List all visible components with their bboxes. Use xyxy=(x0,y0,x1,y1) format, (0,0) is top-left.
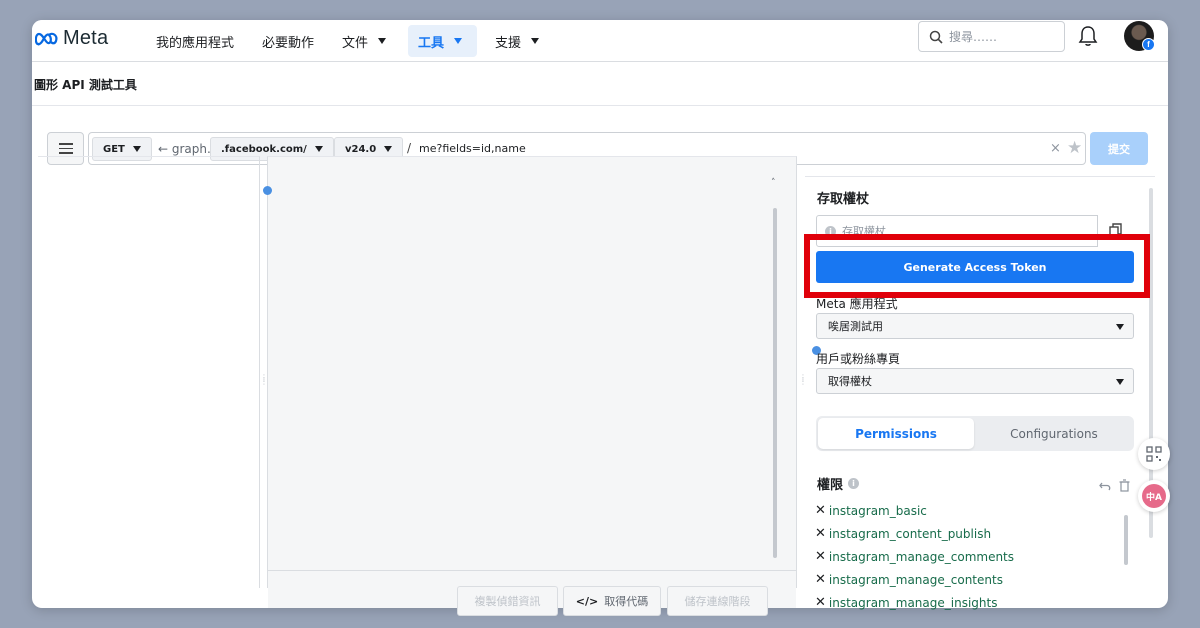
tab-permissions[interactable]: Permissions xyxy=(818,418,974,449)
permission-name: instagram_content_publish xyxy=(828,526,992,541)
resize-grip-left[interactable]: ⋮ ⋮ xyxy=(260,374,268,386)
clear-icon[interactable]: × xyxy=(1050,141,1061,156)
save-session-button[interactable]: 儲存連線階段 xyxy=(667,586,768,616)
scroll-up-icon[interactable]: ˄ xyxy=(771,178,776,188)
app-select-value: 唉居測試用 xyxy=(828,320,883,333)
nav-required-actions[interactable]: 必要動作 xyxy=(252,25,324,57)
nav-my-apps-label: 我的應用程式 xyxy=(156,35,235,51)
token-title: 存取權杖 xyxy=(817,192,870,207)
get-code-label: 取得代碼 xyxy=(604,595,649,608)
remove-icon[interactable]: ✕ xyxy=(815,503,826,518)
submit-button[interactable]: 提交 xyxy=(1090,132,1148,165)
permission-item[interactable]: ✕ instagram_manage_comments xyxy=(815,549,1014,564)
page-title: 圖形 API 測試工具 xyxy=(34,78,137,92)
nav-support-label: 支援 xyxy=(495,35,522,51)
permission-name: instagram_basic xyxy=(828,503,927,518)
nav-required-actions-label: 必要動作 xyxy=(262,35,315,51)
hamburger-icon xyxy=(58,143,73,145)
permissions-scrollbar[interactable] xyxy=(1124,515,1128,565)
meta-logo[interactable]: Meta xyxy=(35,27,108,50)
permissions-title: 權限 xyxy=(817,478,844,493)
code-icon: </> xyxy=(575,594,599,608)
chevron-down-icon xyxy=(132,146,141,152)
copy-debug-label: 複製偵錯資訊 xyxy=(474,595,541,608)
info-icon: i xyxy=(848,478,860,489)
chevron-down-icon xyxy=(454,38,463,44)
tab-configurations[interactable]: Configurations xyxy=(976,418,1132,449)
page-header: 圖形 API 測試工具 xyxy=(32,62,1168,106)
response-scrollbar[interactable] xyxy=(773,208,777,558)
search-input[interactable]: 搜尋…… xyxy=(918,21,1065,52)
chevron-down-icon xyxy=(1116,379,1124,385)
nav-docs-label: 文件 xyxy=(342,35,369,51)
remove-icon[interactable]: ✕ xyxy=(815,595,826,610)
nav-tools-label: 工具 xyxy=(418,35,445,51)
chevron-down-icon xyxy=(378,38,387,44)
chevron-down-icon xyxy=(1116,324,1124,330)
permission-name: instagram_manage_insights xyxy=(828,595,998,610)
graph-prefix: ← graph. xyxy=(158,142,211,156)
path-separator: / xyxy=(407,141,412,155)
user-page-label: 用戶或粉絲專頁 xyxy=(816,352,901,366)
permission-tabs: Permissions Configurations xyxy=(816,416,1134,451)
search-placeholder: 搜尋…… xyxy=(949,30,998,44)
nav-support[interactable]: 支援 xyxy=(485,25,549,57)
translate-widget-button[interactable]: 中A xyxy=(1138,480,1170,512)
permission-item[interactable]: ✕ instagram_basic xyxy=(815,503,927,518)
user-page-select[interactable]: 取得權杖 xyxy=(816,368,1134,394)
bell-icon[interactable] xyxy=(1078,25,1098,47)
chevron-down-icon xyxy=(531,38,540,44)
nav-tools[interactable]: 工具 xyxy=(408,25,477,57)
undo-icon[interactable] xyxy=(1099,479,1112,492)
method-value: GET xyxy=(103,143,125,155)
chevron-down-icon xyxy=(384,146,393,152)
top-nav: Meta 我的應用程式 必要動作 文件 工具 支援 搜尋…… f xyxy=(32,20,1168,62)
copy-debug-button[interactable]: 複製偵錯資訊 xyxy=(457,586,558,616)
star-icon[interactable]: ★ xyxy=(1067,138,1082,158)
logo-text: Meta xyxy=(63,27,109,49)
highlight-annotation xyxy=(804,234,1150,298)
qr-widget-button[interactable] xyxy=(1138,438,1170,470)
translate-icon: 中A xyxy=(1142,484,1166,508)
resize-handle-dot[interactable] xyxy=(263,186,272,195)
permission-item[interactable]: ✕ instagram_manage_insights xyxy=(815,595,997,610)
meta-infinity-icon xyxy=(35,32,58,45)
permission-name: instagram_manage_contents xyxy=(828,572,1003,587)
qr-icon xyxy=(1146,446,1162,462)
app-select[interactable]: 唉居測試用 xyxy=(816,313,1134,339)
app-label: Meta 應用程式 xyxy=(816,297,898,311)
path-input[interactable]: me?fields=id,name xyxy=(419,142,526,155)
response-panel xyxy=(267,156,797,588)
version-value: v24.0 xyxy=(345,143,377,155)
permission-name: instagram_manage_comments xyxy=(828,549,1015,564)
remove-icon[interactable]: ✕ xyxy=(815,572,826,587)
chevron-down-icon xyxy=(314,146,323,152)
facebook-icon: f xyxy=(1142,38,1155,51)
permission-item[interactable]: ✕ instagram_manage_contents xyxy=(815,572,1003,587)
user-page-select-value: 取得權杖 xyxy=(828,375,872,388)
get-code-button[interactable]: </> 取得代碼 xyxy=(563,586,661,616)
left-panel xyxy=(38,156,260,588)
nav-docs[interactable]: 文件 xyxy=(332,25,396,57)
remove-icon[interactable]: ✕ xyxy=(815,526,826,541)
search-icon xyxy=(929,30,943,44)
trash-icon[interactable] xyxy=(1119,479,1130,492)
save-session-label: 儲存連線階段 xyxy=(684,595,751,608)
permissions-heading: 權限 i xyxy=(817,474,860,493)
remove-icon[interactable]: ✕ xyxy=(815,549,826,564)
permission-item[interactable]: ✕ instagram_content_publish xyxy=(815,526,991,541)
domain-value: .facebook.com/ xyxy=(221,143,307,155)
nav-my-apps[interactable]: 我的應用程式 xyxy=(146,25,244,57)
